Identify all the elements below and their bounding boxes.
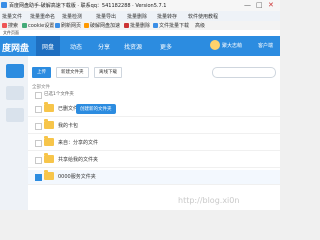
table-row[interactable]: 已删文件夹 — [28, 102, 280, 117]
tab-share[interactable]: 分享 — [98, 42, 110, 56]
menu-item[interactable]: 批量转存 — [157, 13, 177, 20]
sidebar-item-recent[interactable] — [6, 86, 24, 100]
search-input[interactable] — [212, 67, 276, 78]
maximize-button[interactable]: □ — [256, 1, 263, 9]
user-name[interactable]: 聚大志萌 — [222, 42, 242, 49]
toolbar-delete[interactable]: 批量删除 — [130, 22, 150, 29]
row-checkbox-checked[interactable] — [35, 174, 42, 181]
app-logo: 度网盘 — [2, 44, 30, 54]
menu-item[interactable]: 批量重命名 — [30, 13, 55, 20]
client-link[interactable]: 客户端 — [258, 42, 273, 49]
select-all-checkbox[interactable] — [35, 92, 42, 99]
cookie-icon — [22, 23, 27, 28]
download-icon — [153, 23, 158, 28]
table-row[interactable]: 我的卡包 — [28, 119, 280, 134]
top-nav: 度网盘 网盘 动态 分享 找资源 更多 聚大志萌 客户端 — [0, 36, 280, 56]
row-checkbox[interactable] — [35, 157, 42, 164]
window-title: 百度网盘助手-破解高速下载版 · 联系qq：541182288 · Versio… — [9, 3, 167, 9]
folder-icon — [44, 170, 54, 180]
new-folder-button[interactable]: 新建文件夹 — [56, 67, 89, 78]
file-list-panel: 上传 新建文件夹 离线下载 全部文件 已选1个文件夹 已删文件夹 我的卡包 来自… — [28, 56, 280, 210]
upload-button[interactable]: 上传 — [32, 67, 51, 78]
file-name[interactable]: 0000服务文件夹 — [58, 173, 96, 180]
offline-download-button[interactable]: 离线下载 — [94, 67, 122, 78]
app-icon — [1, 2, 7, 8]
tab-feed[interactable]: 动态 — [70, 42, 82, 56]
file-name[interactable]: 来自：分享的文件 — [58, 139, 98, 146]
tab-more[interactable]: 更多 — [160, 42, 172, 56]
toolbar-refresh[interactable]: 刷新网页 — [61, 22, 81, 29]
tab-resources[interactable]: 找资源 — [124, 42, 142, 56]
selection-count: 已选1个文件夹 — [44, 92, 74, 97]
menu-item[interactable]: 批量检测 — [62, 13, 82, 20]
menu-item[interactable]: 批量导出 — [96, 13, 116, 20]
minimize-button[interactable]: — — [244, 1, 251, 9]
toolbar-download[interactable]: 文件批量下载 — [159, 22, 189, 29]
folder-icon — [44, 102, 54, 112]
watermark: http://blog.xi0n — [178, 196, 240, 205]
tab-netdisk[interactable]: 网盘 — [36, 36, 61, 56]
menu-item[interactable]: 软件使用教程 — [188, 13, 218, 20]
avatar[interactable] — [210, 40, 220, 50]
row-checkbox[interactable] — [35, 140, 42, 147]
close-button[interactable]: ✕ — [268, 1, 274, 9]
row-checkbox[interactable] — [35, 106, 42, 113]
table-row[interactable]: 共享给我的文件夹 — [28, 153, 280, 168]
file-name[interactable]: 我的卡包 — [58, 122, 78, 129]
breadcrumb[interactable]: 全部文件 — [32, 84, 50, 90]
delete-icon — [124, 23, 129, 28]
folder-icon — [44, 136, 54, 146]
tooltip: 创建新的文件夹 — [76, 104, 116, 114]
folder-icon — [44, 119, 54, 129]
table-row[interactable]: 来自：分享的文件 — [28, 136, 280, 151]
sidebar-item-shared[interactable] — [6, 108, 24, 122]
row-checkbox[interactable] — [35, 123, 42, 130]
sidebar-item-files[interactable] — [6, 64, 24, 78]
toolbar-advanced[interactable]: 高级 — [195, 22, 205, 29]
speed-icon — [84, 23, 89, 28]
file-name[interactable]: 共享给我的文件夹 — [58, 156, 98, 163]
toolbar-search[interactable]: 搜索 — [8, 22, 18, 29]
refresh-icon — [55, 23, 60, 28]
search-icon — [2, 23, 7, 28]
menu-item[interactable]: 批量删除 — [127, 13, 147, 20]
sidebar — [0, 56, 29, 210]
toolbar-speed[interactable]: 破解网盘加速 — [90, 22, 120, 29]
toolbar-cookie[interactable]: cookie设置 — [28, 22, 54, 29]
table-row-selected[interactable]: 0000服务文件夹 — [28, 170, 280, 185]
folder-icon — [44, 153, 54, 163]
menu-item[interactable]: 批量文件 — [2, 13, 22, 20]
